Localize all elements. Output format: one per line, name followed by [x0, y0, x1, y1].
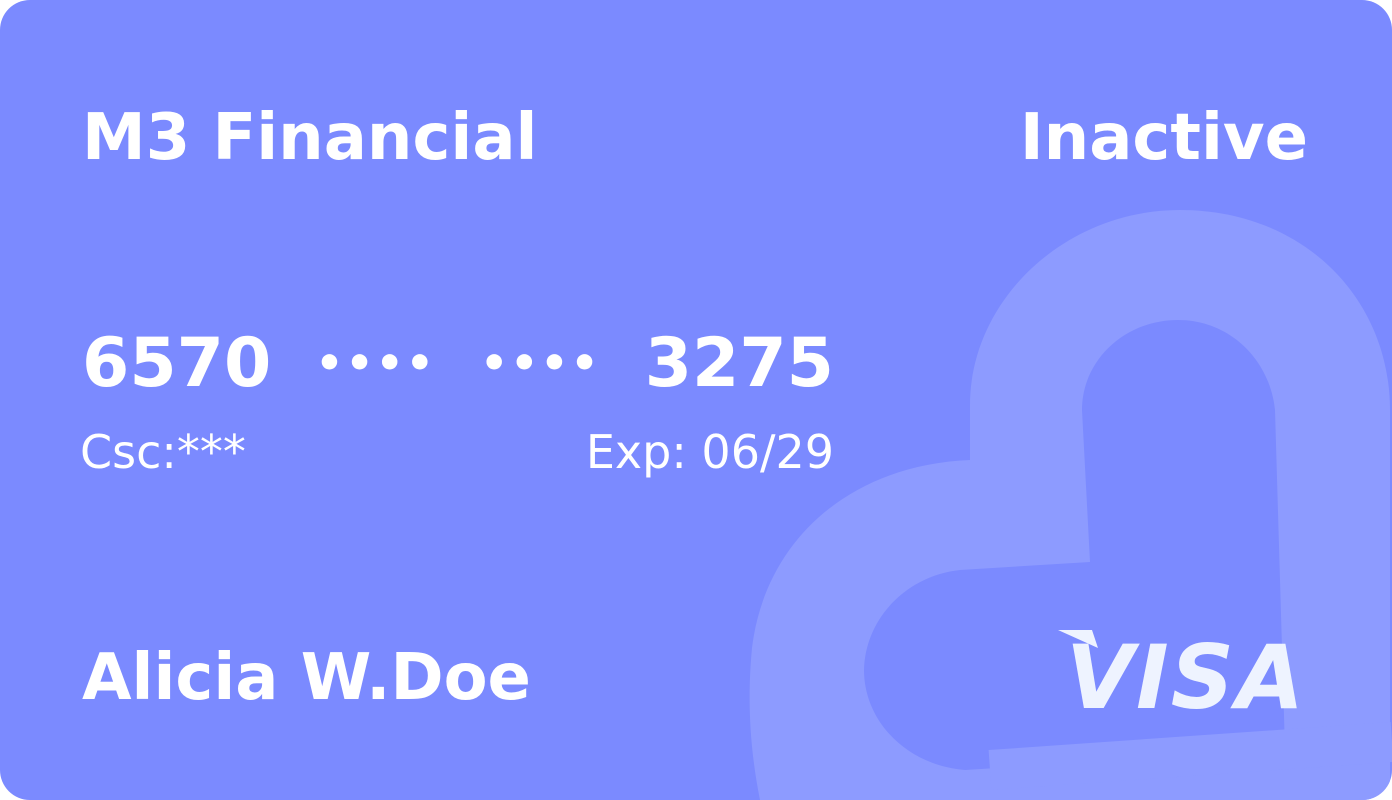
card-number-first-group: 6570	[82, 324, 272, 403]
cardholder-name: Alicia W.Doe	[82, 641, 531, 715]
visa-logo-text: VISA	[1066, 628, 1306, 714]
card-number-masked-group: ••••	[315, 338, 436, 389]
card-meta: Csc:*** Exp: 06/29	[80, 420, 834, 484]
bank-card: M3 Financial Inactive 6570 •••• •••• 327…	[0, 0, 1392, 800]
watermark-line	[988, 722, 1392, 790]
card-number-masked-group: ••••	[480, 338, 601, 389]
bank-name: M3 Financial	[82, 101, 538, 175]
visa-logo: VISA	[1058, 628, 1306, 714]
expiry-label: Exp: 06/29	[585, 425, 834, 479]
card-number: 6570 •••• •••• 3275	[82, 322, 834, 406]
csc-label: Csc:***	[80, 425, 246, 479]
card-status-label: Inactive	[1019, 101, 1308, 175]
card-number-last-group: 3275	[644, 324, 834, 403]
